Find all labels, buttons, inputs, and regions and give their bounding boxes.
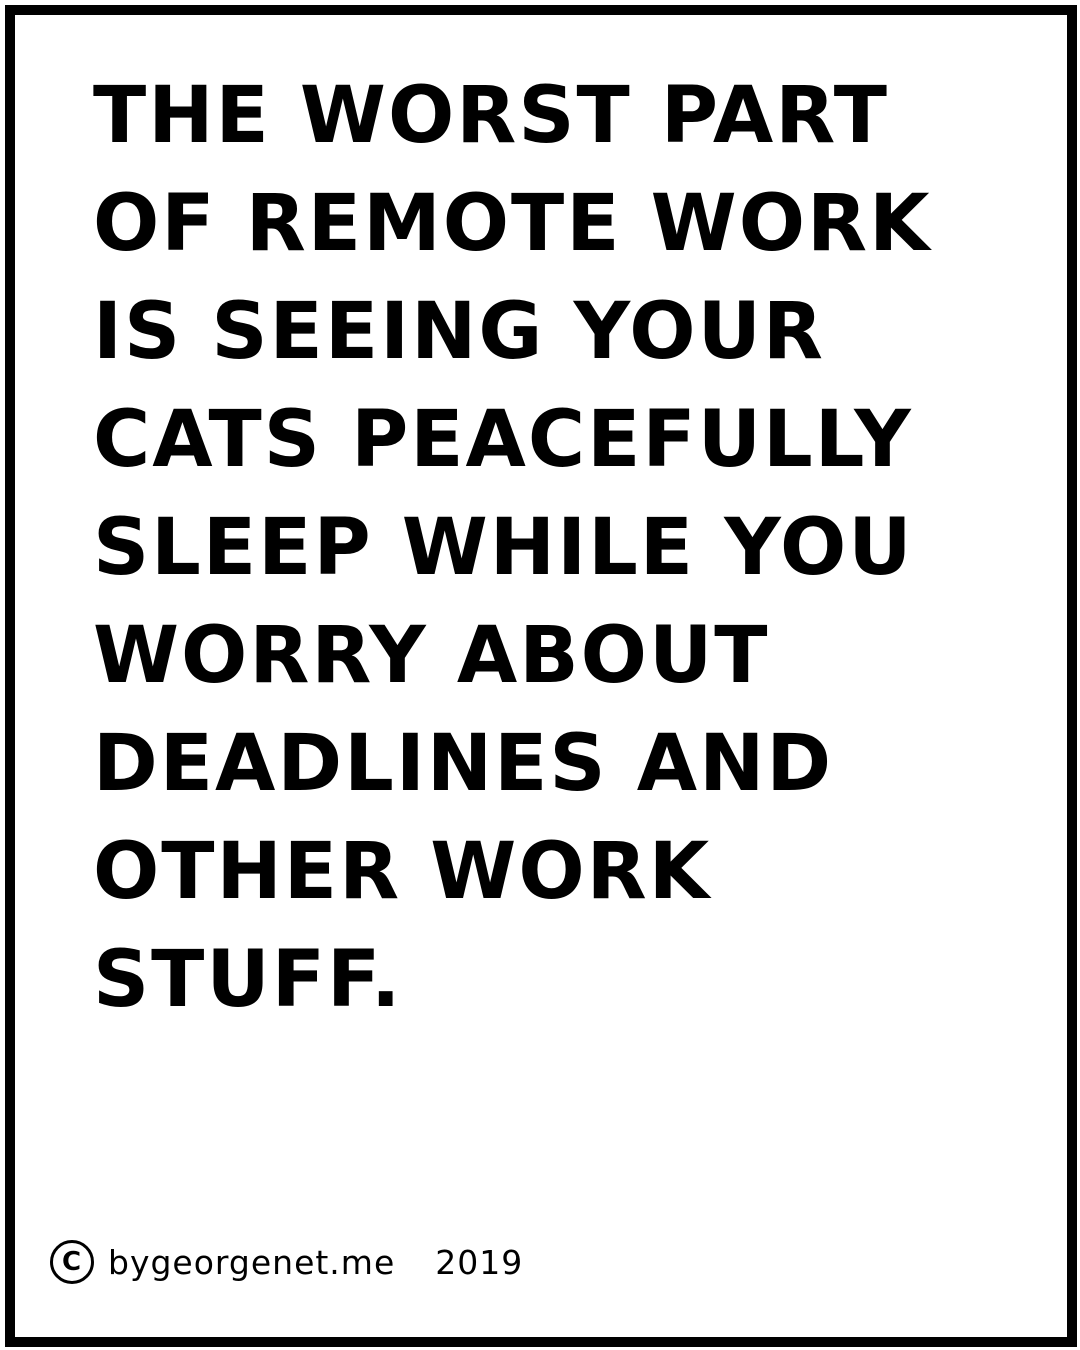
caption-line: IS SEEING YOUR [93, 287, 825, 377]
copyright-icon: C [50, 1240, 94, 1284]
comic-caption: THE WORST PART OF REMOTE WORK IS SEEING … [93, 62, 993, 1034]
caption-line: OF REMOTE WORK [93, 179, 932, 269]
copyright-footer: C bygeorgenet.me 2019 [50, 1240, 523, 1284]
caption-line: STUFF. [93, 935, 403, 1025]
copyright-year: 2019 [435, 1242, 524, 1282]
caption-line: SLEEP WHILE YOU [93, 503, 914, 593]
author-site: bygeorgenet.me [108, 1242, 396, 1282]
caption-line: THE WORST PART [93, 71, 890, 161]
caption-line: CATS PEACEFULLY [93, 395, 913, 485]
caption-line: OTHER WORK [93, 827, 712, 917]
caption-line: DEADLINES AND [93, 719, 834, 809]
caption-line: WORRY ABOUT [93, 611, 770, 701]
